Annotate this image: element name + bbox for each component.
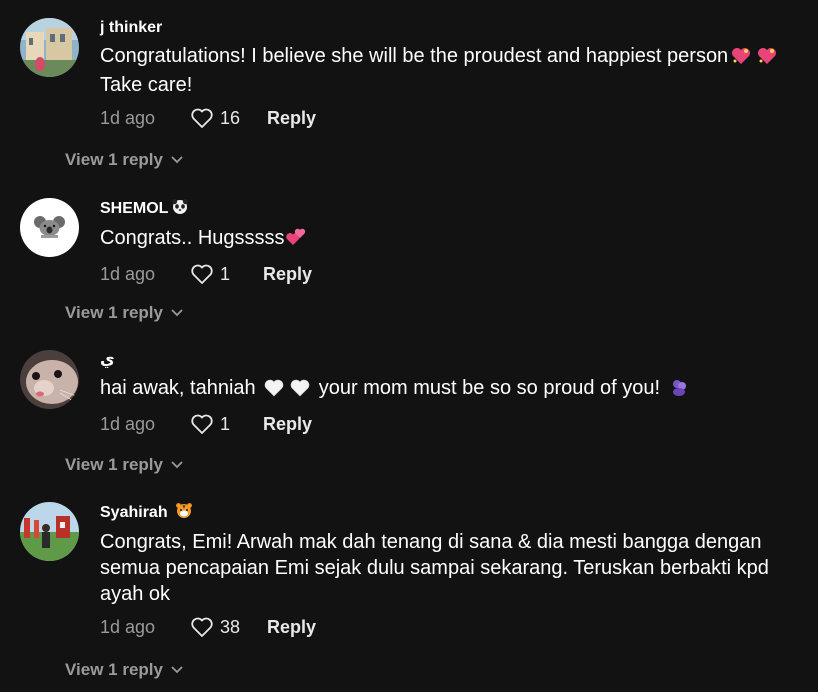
avatar[interactable] xyxy=(20,198,79,257)
comment-text: hai awak, tahniah your mom must be so so… xyxy=(100,375,790,404)
username[interactable]: ي xyxy=(100,350,790,370)
view-replies-label[interactable]: View 1 reply xyxy=(65,150,163,170)
comment-meta: 1d ago 16 Reply xyxy=(100,106,790,130)
purple-hug-emoji xyxy=(669,377,689,404)
username-text[interactable]: j thinker xyxy=(100,18,162,38)
comment-body: SHEMOL Congrats.. Hugsssss 1d ago 1 Repl… xyxy=(100,198,790,286)
reply-button[interactable]: Reply xyxy=(267,108,316,129)
animal-avatar-icon xyxy=(20,350,79,409)
chevron-down-icon[interactable] xyxy=(171,309,183,317)
timestamp: 1d ago xyxy=(100,413,156,434)
view-replies-button[interactable]: View 1 reply xyxy=(65,150,183,170)
timestamp: 1d ago xyxy=(100,107,156,128)
username[interactable]: Syahirah xyxy=(100,502,790,524)
reply-button[interactable]: Reply xyxy=(267,617,316,638)
view-replies-label[interactable]: View 1 reply xyxy=(65,455,163,475)
comment-text: Congrats.. Hugsssss xyxy=(100,225,790,254)
comment-text-part: Congrats.. Hugsssss xyxy=(100,227,285,249)
comment-body: j thinker Congratulations! I believe she… xyxy=(100,18,790,130)
comment-meta: 1d ago 38 Reply xyxy=(100,615,790,639)
comment-text: Congratulations! I believe she will be t… xyxy=(100,43,790,98)
comment-body: ي hai awak, tahniah your mom must be so … xyxy=(100,350,790,436)
reply-button[interactable]: Reply xyxy=(263,264,312,285)
sparkling-heart-emoji xyxy=(757,46,777,72)
avatar[interactable] xyxy=(20,502,79,561)
like-count: 16 xyxy=(220,107,241,128)
comment-text-part: hai awak, tahniah xyxy=(100,377,256,399)
comment-body: Syahirah Congrats, Emi! Arwah mak dah te… xyxy=(100,502,790,639)
username-text[interactable]: ي xyxy=(100,350,115,370)
koala-avatar-icon xyxy=(20,198,79,257)
like-count: 1 xyxy=(220,413,231,434)
heart-outline-icon[interactable] xyxy=(190,616,214,638)
view-replies-label[interactable]: View 1 reply xyxy=(65,660,163,680)
chevron-down-icon[interactable] xyxy=(171,156,183,164)
username-text[interactable]: SHEMOL xyxy=(100,199,168,219)
outdoor-photo-avatar-icon xyxy=(20,502,79,561)
heart-outline-icon[interactable] xyxy=(190,413,214,435)
comment-text-part: Congratulations! I believe she will be t… xyxy=(100,45,729,67)
avatar-photo-icon xyxy=(20,18,79,77)
heart-outline-icon[interactable] xyxy=(190,107,214,129)
comment-text-part: Congrats, Emi! Arwah mak dah tenang di s… xyxy=(100,531,769,605)
avatar[interactable] xyxy=(20,18,79,77)
chevron-down-icon[interactable] xyxy=(171,461,183,469)
sparkling-heart-emoji xyxy=(731,46,751,72)
comment-text-part: Take care! xyxy=(100,74,193,96)
tiger-face-emoji xyxy=(175,502,193,524)
username[interactable]: j thinker xyxy=(100,18,790,38)
like-button[interactable]: 1 xyxy=(190,263,230,285)
like-button[interactable]: 1 xyxy=(190,413,230,435)
username-text[interactable]: Syahirah xyxy=(100,503,168,523)
timestamp: 1d ago xyxy=(100,616,156,637)
comment-meta: 1d ago 1 Reply xyxy=(100,412,790,436)
view-replies-button[interactable]: View 1 reply xyxy=(65,455,183,475)
white-heart-emoji xyxy=(264,378,284,404)
timestamp: 1d ago xyxy=(100,263,156,284)
comment-text-part: your mom must be so so proud of you! xyxy=(318,377,661,399)
comment-text: Congrats, Emi! Arwah mak dah tenang di s… xyxy=(100,529,790,607)
view-replies-button[interactable]: View 1 reply xyxy=(65,303,183,323)
white-heart-emoji xyxy=(290,378,310,404)
reply-button[interactable]: Reply xyxy=(263,414,312,435)
like-count: 1 xyxy=(220,263,231,284)
avatar[interactable] xyxy=(20,350,79,409)
heart-outline-icon[interactable] xyxy=(190,263,214,285)
chevron-down-icon[interactable] xyxy=(171,666,183,674)
comment-meta: 1d ago 1 Reply xyxy=(100,262,790,286)
view-replies-button[interactable]: View 1 reply xyxy=(65,660,183,680)
view-replies-label[interactable]: View 1 reply xyxy=(65,303,163,323)
like-count: 38 xyxy=(220,616,241,637)
two-hearts-emoji xyxy=(285,227,307,254)
username[interactable]: SHEMOL xyxy=(100,198,790,220)
like-button[interactable]: 16 xyxy=(190,107,240,129)
panda-face-emoji xyxy=(171,198,189,220)
like-button[interactable]: 38 xyxy=(190,616,240,638)
